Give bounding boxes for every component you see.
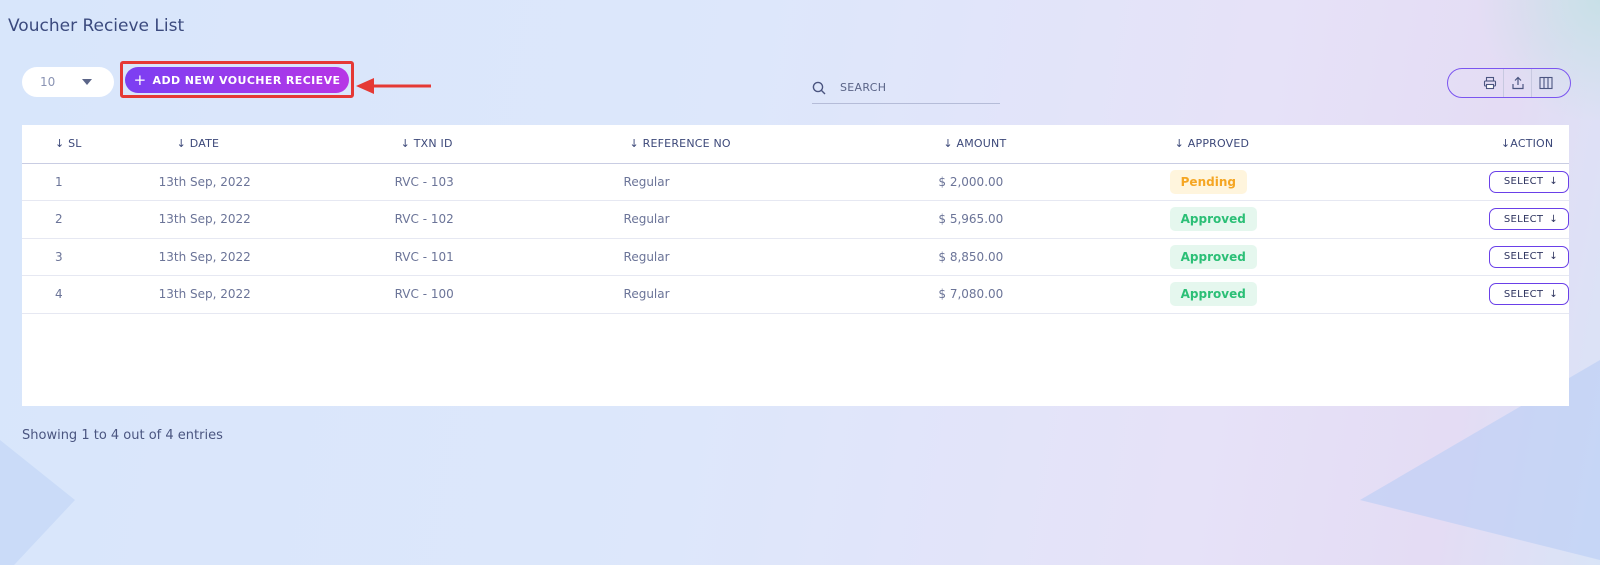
cell-amount: $ 5,965.00	[888, 200, 1118, 239]
plus-icon: +	[133, 70, 147, 89]
cell-status: Pending	[1117, 163, 1397, 201]
select-button[interactable]: SELECT ↓	[1488, 208, 1569, 231]
cell-action: SELECT ↓	[1396, 238, 1569, 276]
entries-summary: Showing 1 to 4 out of 4 entries	[22, 428, 223, 443]
background-glow	[1470, 0, 1600, 120]
print-button[interactable]	[1476, 69, 1504, 97]
select-button[interactable]: SELECT ↓	[1488, 170, 1569, 193]
status-badge: Approved	[1169, 244, 1257, 269]
page-title: Voucher Recieve List	[8, 16, 185, 36]
cell-status: Approved	[1117, 200, 1397, 239]
table-row: 2 13th Sep, 2022 RVC - 102 Regular $ 5,9…	[22, 200, 1569, 239]
cell-date: 13th Sep, 2022	[133, 163, 375, 201]
cell-reference: Regular	[603, 238, 889, 276]
column-header-sl[interactable]: ↓ SL	[22, 125, 134, 164]
export-icon	[1511, 76, 1524, 90]
cell-txn-id: RVC - 101	[374, 238, 604, 276]
arrow-down-icon: ↓	[1549, 251, 1558, 263]
table-row: 1 13th Sep, 2022 RVC - 103 Regular $ 2,0…	[22, 163, 1569, 201]
cell-reference: Regular	[603, 275, 889, 314]
add-new-voucher-button[interactable]: + ADD NEW VOUCHER RECIEVE	[125, 67, 349, 93]
cell-action: SELECT ↓	[1396, 275, 1569, 314]
status-badge: Pending	[1169, 169, 1247, 194]
cell-sl: 3	[22, 238, 134, 276]
cell-sl: 2	[22, 200, 134, 239]
cell-amount: $ 8,850.00	[888, 238, 1118, 276]
select-button[interactable]: SELECT ↓	[1488, 245, 1569, 268]
cell-reference: Regular	[603, 200, 889, 239]
columns-button[interactable]	[1532, 69, 1560, 97]
arrow-down-icon: ↓	[1549, 288, 1558, 300]
search-icon	[812, 81, 826, 94]
search-box	[812, 72, 1000, 104]
table-tools	[1447, 68, 1571, 98]
background-shape-left	[0, 440, 75, 565]
column-header-action[interactable]: ↓ACTION	[1396, 125, 1569, 164]
cell-status: Approved	[1117, 238, 1397, 276]
cell-sl: 4	[22, 275, 134, 314]
status-badge: Approved	[1169, 207, 1257, 232]
add-button-label: ADD NEW VOUCHER RECIEVE	[152, 73, 341, 87]
per-page-select[interactable]: 10	[22, 67, 114, 97]
per-page-value: 10	[40, 75, 56, 89]
cell-txn-id: RVC - 103	[374, 163, 604, 201]
cell-reference: Regular	[603, 163, 889, 201]
caret-down-icon	[82, 79, 92, 85]
table-header: ↓ SL ↓ DATE ↓ TXN ID ↓ REFERENCE NO ↓ AM…	[22, 125, 1569, 164]
column-header-amount[interactable]: ↓ AMOUNT	[888, 125, 1118, 164]
search-input[interactable]	[840, 81, 980, 94]
cell-txn-id: RVC - 100	[374, 275, 604, 314]
cell-date: 13th Sep, 2022	[133, 238, 375, 276]
annotation-arrow-icon	[356, 78, 431, 94]
status-badge: Approved	[1169, 282, 1257, 307]
cell-amount: $ 2,000.00	[888, 163, 1118, 201]
arrow-down-icon: ↓	[1549, 176, 1558, 188]
column-header-reference-no[interactable]: ↓ REFERENCE NO	[603, 125, 889, 164]
cell-action: SELECT ↓	[1396, 200, 1569, 239]
select-button[interactable]: SELECT ↓	[1488, 283, 1569, 306]
print-icon	[1483, 76, 1496, 90]
cell-date: 13th Sep, 2022	[133, 200, 375, 239]
cell-txn-id: RVC - 102	[374, 200, 604, 239]
column-header-date[interactable]: ↓ DATE	[133, 125, 375, 164]
cell-amount: $ 7,080.00	[888, 275, 1118, 314]
columns-icon	[1539, 76, 1553, 90]
export-button[interactable]	[1504, 69, 1532, 97]
voucher-table: ↓ SL ↓ DATE ↓ TXN ID ↓ REFERENCE NO ↓ AM…	[22, 125, 1569, 406]
table-row: 4 13th Sep, 2022 RVC - 100 Regular $ 7,0…	[22, 275, 1569, 314]
arrow-down-icon: ↓	[1549, 213, 1558, 225]
column-header-approved[interactable]: ↓ APPROVED	[1117, 125, 1397, 164]
cell-sl: 1	[22, 163, 134, 201]
cell-action: SELECT ↓	[1396, 163, 1569, 201]
cell-status: Approved	[1117, 275, 1397, 314]
column-header-txn-id[interactable]: ↓ TXN ID	[374, 125, 604, 164]
table-row: 3 13th Sep, 2022 RVC - 101 Regular $ 8,8…	[22, 238, 1569, 276]
cell-date: 13th Sep, 2022	[133, 275, 375, 314]
